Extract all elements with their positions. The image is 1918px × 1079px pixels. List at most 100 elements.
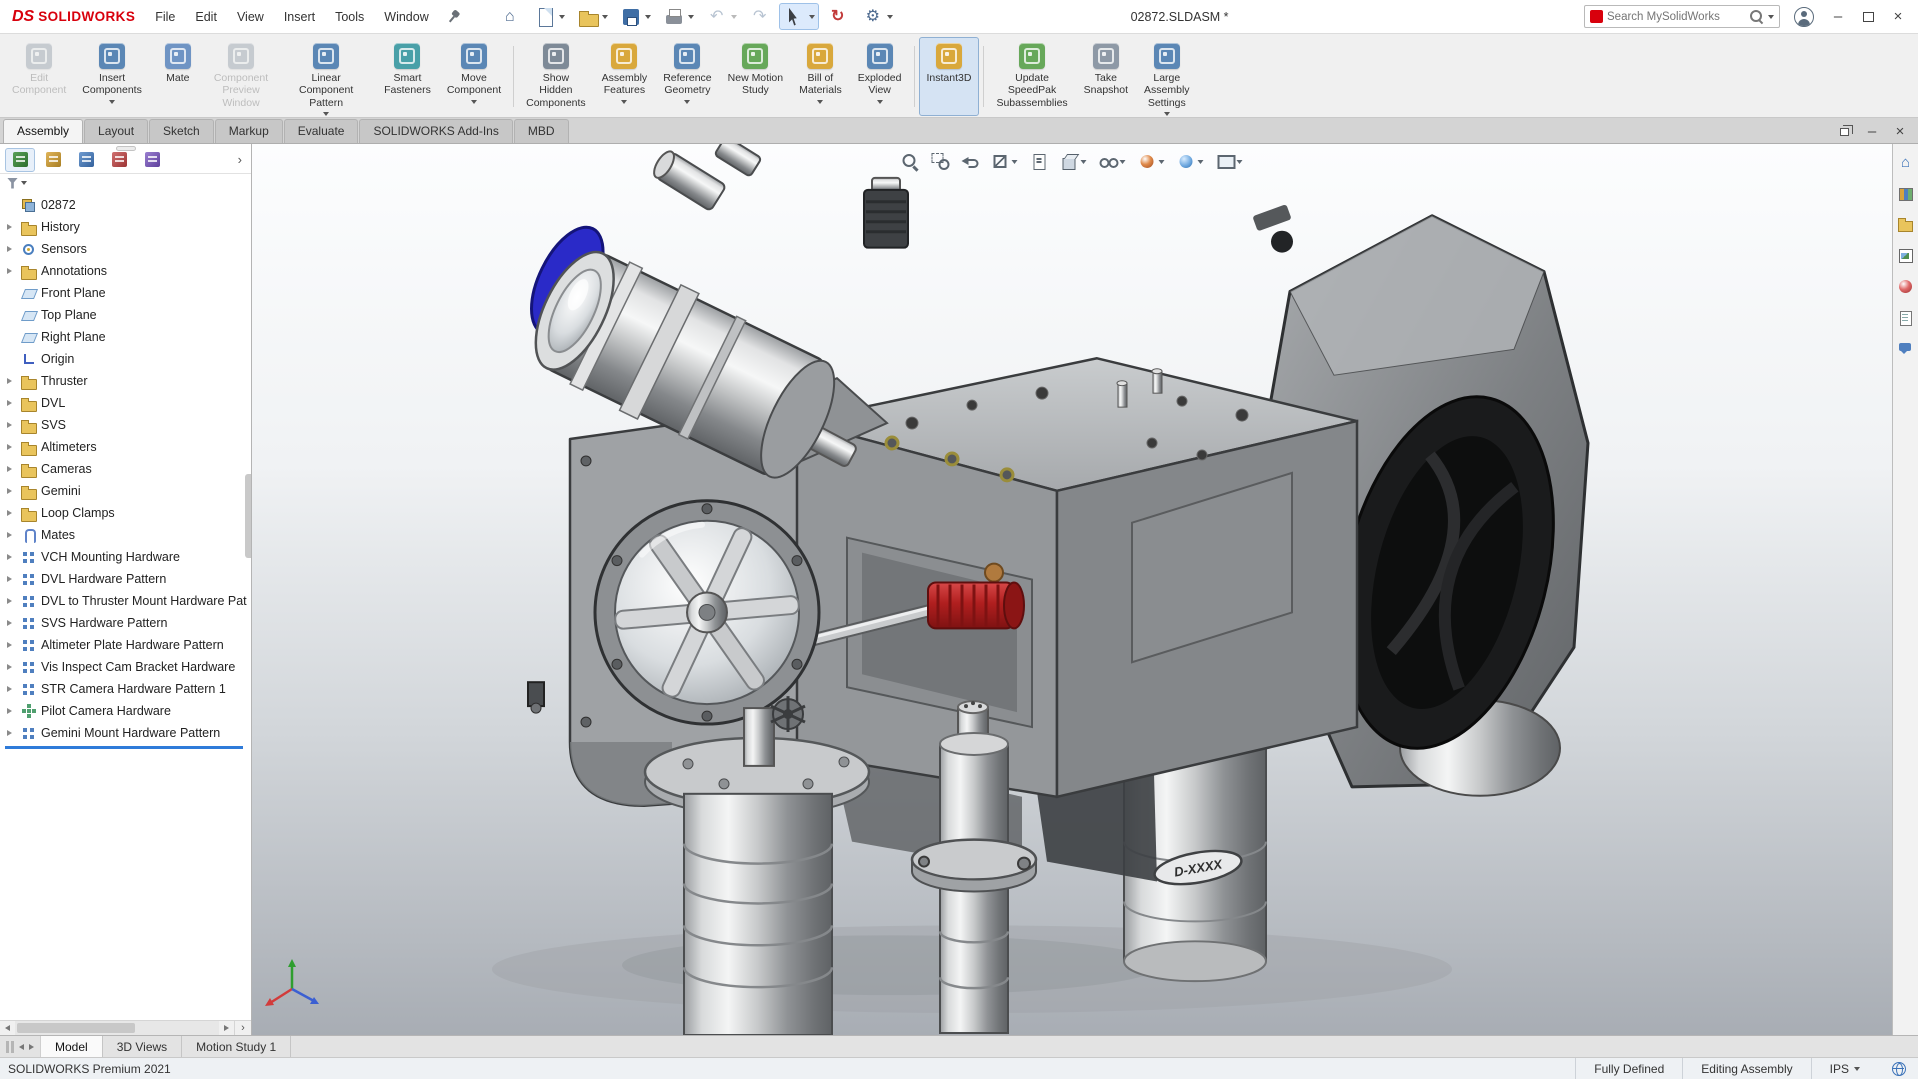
ribbon-button[interactable]: Mate <box>150 37 206 116</box>
dropdown-caret-icon[interactable] <box>323 112 329 116</box>
ribbon-button[interactable]: Move Component <box>439 37 509 116</box>
view-palette-icon[interactable] <box>1896 245 1916 265</box>
tree-item[interactable]: SVS <box>0 414 251 436</box>
doc-minimize-button[interactable]: – <box>1866 124 1878 139</box>
magnifier-icon[interactable] <box>1749 9 1764 24</box>
scrollbar-track[interactable] <box>15 1021 219 1035</box>
tree-item[interactable]: Altimeter Plate Hardware Pattern <box>0 634 251 656</box>
sheet-scroll-right-button[interactable] <box>29 1044 34 1050</box>
expand-arrow-icon[interactable] <box>7 532 16 538</box>
3d-viewport[interactable]: D-XXXX <box>252 144 1892 1035</box>
tree-item[interactable]: Sensors <box>0 238 251 260</box>
close-button[interactable]: × <box>1892 9 1904 24</box>
sheet-scroll-left-button[interactable] <box>19 1044 24 1050</box>
tree-item[interactable]: Loop Clamps <box>0 502 251 524</box>
configurationmanager-tab[interactable] <box>71 148 101 172</box>
menu-item[interactable]: View <box>227 5 274 29</box>
panel-flyout-chevron-icon[interactable]: › <box>234 152 246 167</box>
menu-item[interactable]: Edit <box>185 5 227 29</box>
dropdown-caret-icon[interactable] <box>471 100 477 104</box>
dropdown-caret-icon[interactable] <box>1164 112 1170 116</box>
dropdown-caret-icon[interactable] <box>877 100 883 104</box>
dropdown-caret-icon[interactable] <box>688 15 694 19</box>
search-input[interactable] <box>1607 11 1745 23</box>
expand-arrow-icon[interactable] <box>7 246 16 252</box>
dropdown-caret-icon[interactable] <box>109 100 115 104</box>
expand-arrow-icon[interactable] <box>7 488 16 494</box>
previous-view-icon[interactable] <box>962 153 979 170</box>
design-library-icon[interactable] <box>1896 183 1916 203</box>
scroll-right-button[interactable] <box>219 1021 234 1035</box>
filter-funnel-icon[interactable] <box>7 178 18 189</box>
ribbon-button[interactable]: Show Hidden Components <box>518 37 594 116</box>
expand-arrow-icon[interactable] <box>7 730 16 736</box>
user-avatar-icon[interactable] <box>1794 7 1814 27</box>
scroll-left-button[interactable] <box>0 1021 15 1035</box>
tree-item[interactable]: Pilot Camera Hardware <box>0 700 251 722</box>
command-tab[interactable]: Sketch <box>149 119 214 143</box>
expand-arrow-icon[interactable] <box>7 378 16 384</box>
dropdown-caret-icon[interactable] <box>1120 160 1126 164</box>
expand-arrow-icon[interactable] <box>7 576 16 582</box>
file-explorer-icon[interactable] <box>1896 214 1916 234</box>
ribbon-button[interactable]: Update SpeedPak Subassemblies <box>988 37 1075 116</box>
doc-restore-button[interactable] <box>1838 128 1850 136</box>
appearances-scenes-icon[interactable] <box>1896 276 1916 296</box>
expand-arrow-icon[interactable] <box>7 598 16 604</box>
expand-arrow-icon[interactable] <box>7 400 16 406</box>
expand-arrow-icon[interactable] <box>7 620 16 626</box>
expand-arrow-icon[interactable] <box>7 642 16 648</box>
tree-item[interactable]: SVS Hardware Pattern <box>0 612 251 634</box>
ribbon-button[interactable]: Linear Component Pattern <box>276 37 376 116</box>
command-tab[interactable]: Markup <box>215 119 283 143</box>
expand-arrow-icon[interactable] <box>7 444 16 450</box>
panel-expand-chevron-icon[interactable]: › <box>234 1021 251 1035</box>
search-caret-icon[interactable] <box>1768 15 1774 19</box>
status-segment[interactable]: Editing Assembly <box>1682 1058 1810 1079</box>
panel-splitter-handle[interactable] <box>116 146 136 151</box>
units-caret-icon[interactable] <box>1854 1067 1860 1071</box>
solidworks-forum-icon[interactable] <box>1896 338 1916 358</box>
command-tab[interactable]: MBD <box>514 119 569 143</box>
sheet-tab[interactable]: 3D Views <box>103 1036 182 1057</box>
display-style-icon[interactable] <box>1061 153 1087 170</box>
tree-item[interactable]: DVL to Thruster Mount Hardware Pat <box>0 590 251 612</box>
propertymanager-tab[interactable] <box>38 148 68 172</box>
ribbon-button[interactable]: Insert Components <box>74 37 150 116</box>
tree-item[interactable]: Origin <box>0 348 251 370</box>
tree-item[interactable]: Front Plane <box>0 282 251 304</box>
featuremanager-tab[interactable] <box>5 148 35 172</box>
tree-item[interactable]: DVL <box>0 392 251 414</box>
pin-menu-icon[interactable] <box>444 7 462 25</box>
menu-item[interactable]: Tools <box>325 5 374 29</box>
maximize-button[interactable] <box>1862 12 1874 22</box>
tree-item[interactable]: Gemini <box>0 480 251 502</box>
dropdown-caret-icon[interactable] <box>1198 160 1204 164</box>
expand-arrow-icon[interactable] <box>7 422 16 428</box>
expand-arrow-icon[interactable] <box>7 224 16 230</box>
tree-item[interactable]: Mates <box>0 524 251 546</box>
search-scope-icon[interactable] <box>1590 10 1603 23</box>
sheet-tab[interactable]: Model <box>41 1036 103 1057</box>
panel-scrollbar-thumb[interactable] <box>245 474 251 558</box>
dropdown-caret-icon[interactable] <box>1237 160 1243 164</box>
tree-item[interactable]: Right Plane <box>0 326 251 348</box>
dropdown-caret-icon[interactable] <box>809 15 815 19</box>
redo-icon[interactable]: ↷ <box>744 3 776 30</box>
undo-icon[interactable]: ↶ <box>701 3 741 30</box>
ribbon-button[interactable]: Instant3D <box>919 37 980 116</box>
view-settings-icon[interactable] <box>1217 153 1243 170</box>
save-icon[interactable] <box>615 3 655 30</box>
zoom-to-fit-icon[interactable] <box>902 153 919 170</box>
command-tab[interactable]: Assembly <box>3 119 83 143</box>
status-segment[interactable]: Fully Defined <box>1575 1058 1682 1079</box>
tree-item[interactable]: Thruster <box>0 370 251 392</box>
ribbon-button[interactable]: Assembly Features <box>594 37 656 116</box>
dropdown-caret-icon[interactable] <box>621 100 627 104</box>
ribbon-button[interactable]: Take Snapshot <box>1076 37 1136 116</box>
ribbon-button[interactable]: Large Assembly Settings <box>1136 37 1198 116</box>
dimxpertmanager-tab[interactable] <box>104 148 134 172</box>
dropdown-caret-icon[interactable] <box>817 100 823 104</box>
dropdown-caret-icon[interactable] <box>1081 160 1087 164</box>
expand-arrow-icon[interactable] <box>7 686 16 692</box>
